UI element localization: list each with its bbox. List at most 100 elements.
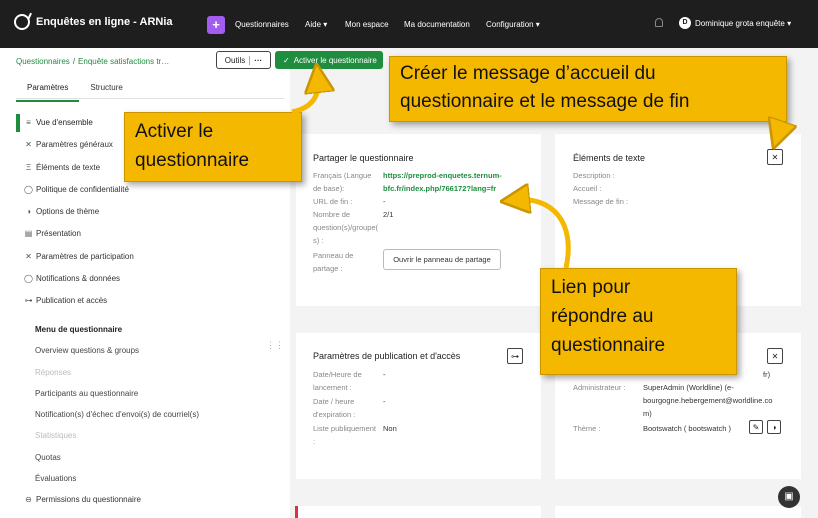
open-share-panel-button[interactable]: Ouvrir le panneau de partage xyxy=(383,249,501,270)
bottom-card-right xyxy=(555,506,801,518)
callout-messages: Créer le message d’accueil du questionna… xyxy=(389,56,787,122)
activate-label: Activer le questionnaire xyxy=(293,55,377,65)
theme-label: Thème : xyxy=(573,424,601,433)
card-title: Paramètres de publication et d'accès xyxy=(313,351,461,361)
edit-theme-pencil-icon[interactable]: ✎ xyxy=(749,420,763,434)
more-options-icon[interactable]: ··· xyxy=(249,55,262,65)
callout-line: répondre au xyxy=(551,306,654,327)
sidebar-item-general-settings[interactable]: ✕ Paramètres généraux xyxy=(24,140,113,149)
notification-bell-icon[interactable] xyxy=(655,18,663,27)
user-name: Dominique grota enquête ▾ xyxy=(695,18,792,28)
card-title: Éléments de texte xyxy=(573,153,646,163)
nav-configuration[interactable]: Configuration ▾ xyxy=(486,20,540,29)
submenu-overview-questions[interactable]: Overview questions & groups xyxy=(35,346,139,355)
callout-activate: Activer le questionnaire xyxy=(124,112,302,182)
notification-icon: ◯ xyxy=(24,274,33,283)
expiry-date-label: Date / heure d'expiration : xyxy=(313,395,355,421)
key-icon: ⊶ xyxy=(24,296,33,305)
app-brand[interactable]: Enquêtes en ligne - ARNia xyxy=(14,14,173,30)
sidebar-item-privacy-policy[interactable]: ◯ Politique de confidentialité xyxy=(24,185,129,194)
submenu-statistics: Statistiques xyxy=(35,431,77,440)
active-item-indicator xyxy=(16,114,20,132)
survey-public-url[interactable]: https://preprod-enquetes.ternum-bfc.fr/i… xyxy=(383,169,502,195)
sidebar-item-notifications[interactable]: ◯ Notifications & données xyxy=(24,274,120,283)
expiry-date-value: - xyxy=(383,397,386,406)
callout-line: questionnaire et le message de fin xyxy=(400,91,690,112)
tools-button[interactable]: Outils ··· xyxy=(216,51,271,69)
app-logo-icon xyxy=(14,14,30,30)
sidebar-item-label: Vue d'ensemble xyxy=(36,118,93,127)
admin-line: bourgogne.hebergement@worldline.co xyxy=(643,396,773,405)
start-label-line: lancement : xyxy=(313,383,352,392)
callout-line: questionnaire xyxy=(135,150,250,171)
end-message-label: Message de fin : xyxy=(573,197,629,206)
participation-icon: ✕ xyxy=(25,252,32,261)
nav-questionnaires[interactable]: Questionnaires xyxy=(235,20,289,29)
top-navigation-bar: Enquêtes en ligne - ARNia + Questionnair… xyxy=(0,0,818,48)
submenu-quotas[interactable]: Quotas xyxy=(35,453,61,462)
count-label-line: s) : xyxy=(313,236,324,245)
administrator-label: Administrateur : xyxy=(573,383,626,392)
submenu-assessments[interactable]: Évaluations xyxy=(35,474,76,483)
sidebar-item-label: Éléments de texte xyxy=(36,163,101,172)
language-label-line: de base): xyxy=(313,184,345,193)
edit-publication-key-icon[interactable]: ⊶ xyxy=(507,348,523,364)
edit-text-elements-wrench-icon[interactable]: ✕ xyxy=(767,149,783,165)
publication-access-card: Paramètres de publication et d'accès ⊶ D… xyxy=(296,333,541,479)
check-icon: ✓ xyxy=(283,55,290,65)
submenu-participants[interactable]: Participants au questionnaire xyxy=(35,389,138,398)
list-icon: ≡ xyxy=(26,118,31,127)
breadcrumb-separator: / xyxy=(72,57,76,66)
admin-line: SuperAdmin (Worldline) (e- xyxy=(643,383,734,392)
welcome-label: Accueil : xyxy=(573,184,602,193)
theme-options-palette-icon[interactable]: ◑ xyxy=(767,420,781,434)
expiry-label-line: d'expiration : xyxy=(313,410,356,419)
user-menu[interactable]: D Dominique grota enquête ▾ xyxy=(679,17,791,29)
breadcrumb-current-survey[interactable]: Enquête satisfactions tr… xyxy=(78,57,169,66)
public-list-value: Non xyxy=(383,424,397,433)
chat-icon[interactable]: ▣ xyxy=(778,486,800,508)
nav-mon-espace[interactable]: Mon espace xyxy=(345,20,389,29)
create-survey-button[interactable]: + xyxy=(207,16,225,34)
lock-icon: ⊖ xyxy=(25,495,32,504)
public-label-line: Liste publiquement xyxy=(313,424,376,433)
count-label-line: Nombre de xyxy=(313,210,351,219)
callout-line: Créer le message d’accueil du xyxy=(400,63,656,84)
count-label-line: question(s)/groupe( xyxy=(313,223,379,232)
arrow-to-activate-button xyxy=(291,78,318,115)
edit-general-wrench-icon[interactable]: ✕ xyxy=(767,348,783,364)
text-icon: Ξ xyxy=(25,163,32,172)
start-label-line: Date/Heure de xyxy=(313,370,362,379)
sidebar-item-text-elements[interactable]: Ξ Éléments de texte xyxy=(24,163,100,172)
drag-handle-icon[interactable]: ⋮⋮ xyxy=(266,340,284,351)
question-count-label: Nombre de question(s)/groupe( s) : xyxy=(313,208,378,247)
tools-label: Outils xyxy=(224,55,246,65)
description-label: Description : xyxy=(573,171,615,180)
sidebar-item-overview[interactable]: ≡ Vue d'ensemble xyxy=(24,118,93,127)
panel-label-line: Panneau de xyxy=(313,251,354,260)
avatar: D xyxy=(679,17,691,29)
sidebar-item-permissions[interactable]: ⊖ Permissions du questionnaire xyxy=(24,495,141,504)
sidebar-item-label: Paramètres de participation xyxy=(36,252,134,261)
nav-aide[interactable]: Aide ▾ xyxy=(305,20,327,29)
sidebar-item-label: Options de thème xyxy=(36,207,100,216)
language-label: Français (Langue de base): xyxy=(313,169,371,195)
breadcrumb-questionnaires[interactable]: Questionnaires xyxy=(16,57,70,66)
share-panel-label: Panneau de partage : xyxy=(313,249,353,275)
panel-label-line: partage : xyxy=(313,264,343,273)
question-count-value: 2/1 xyxy=(383,210,394,219)
sidebar-item-theme-options[interactable]: ◑ Options de thème xyxy=(24,207,99,216)
sidebar-item-label: Publication et accès xyxy=(36,296,108,305)
sidebar-item-participation-settings[interactable]: ✕ Paramètres de participation xyxy=(24,252,134,261)
nav-documentation[interactable]: Ma documentation xyxy=(404,20,470,29)
callout-line: questionnaire xyxy=(551,335,666,356)
start-date-value: - xyxy=(383,370,386,379)
card-title: Partager le questionnaire xyxy=(313,153,414,163)
sidebar-item-label: Présentation xyxy=(36,229,81,238)
sidebar-item-presentation[interactable]: ▤ Présentation xyxy=(24,229,81,238)
callout-line: Lien pour xyxy=(551,277,631,298)
share-survey-card: Partager le questionnaire Français (Lang… xyxy=(296,134,541,306)
sidebar-item-publication-access[interactable]: ⊶ Publication et accès xyxy=(24,296,108,305)
submenu-email-failures[interactable]: Notification(s) d'échec d'envoi(s) de co… xyxy=(35,410,199,419)
activate-survey-button[interactable]: ✓ Activer le questionnaire xyxy=(275,51,383,69)
